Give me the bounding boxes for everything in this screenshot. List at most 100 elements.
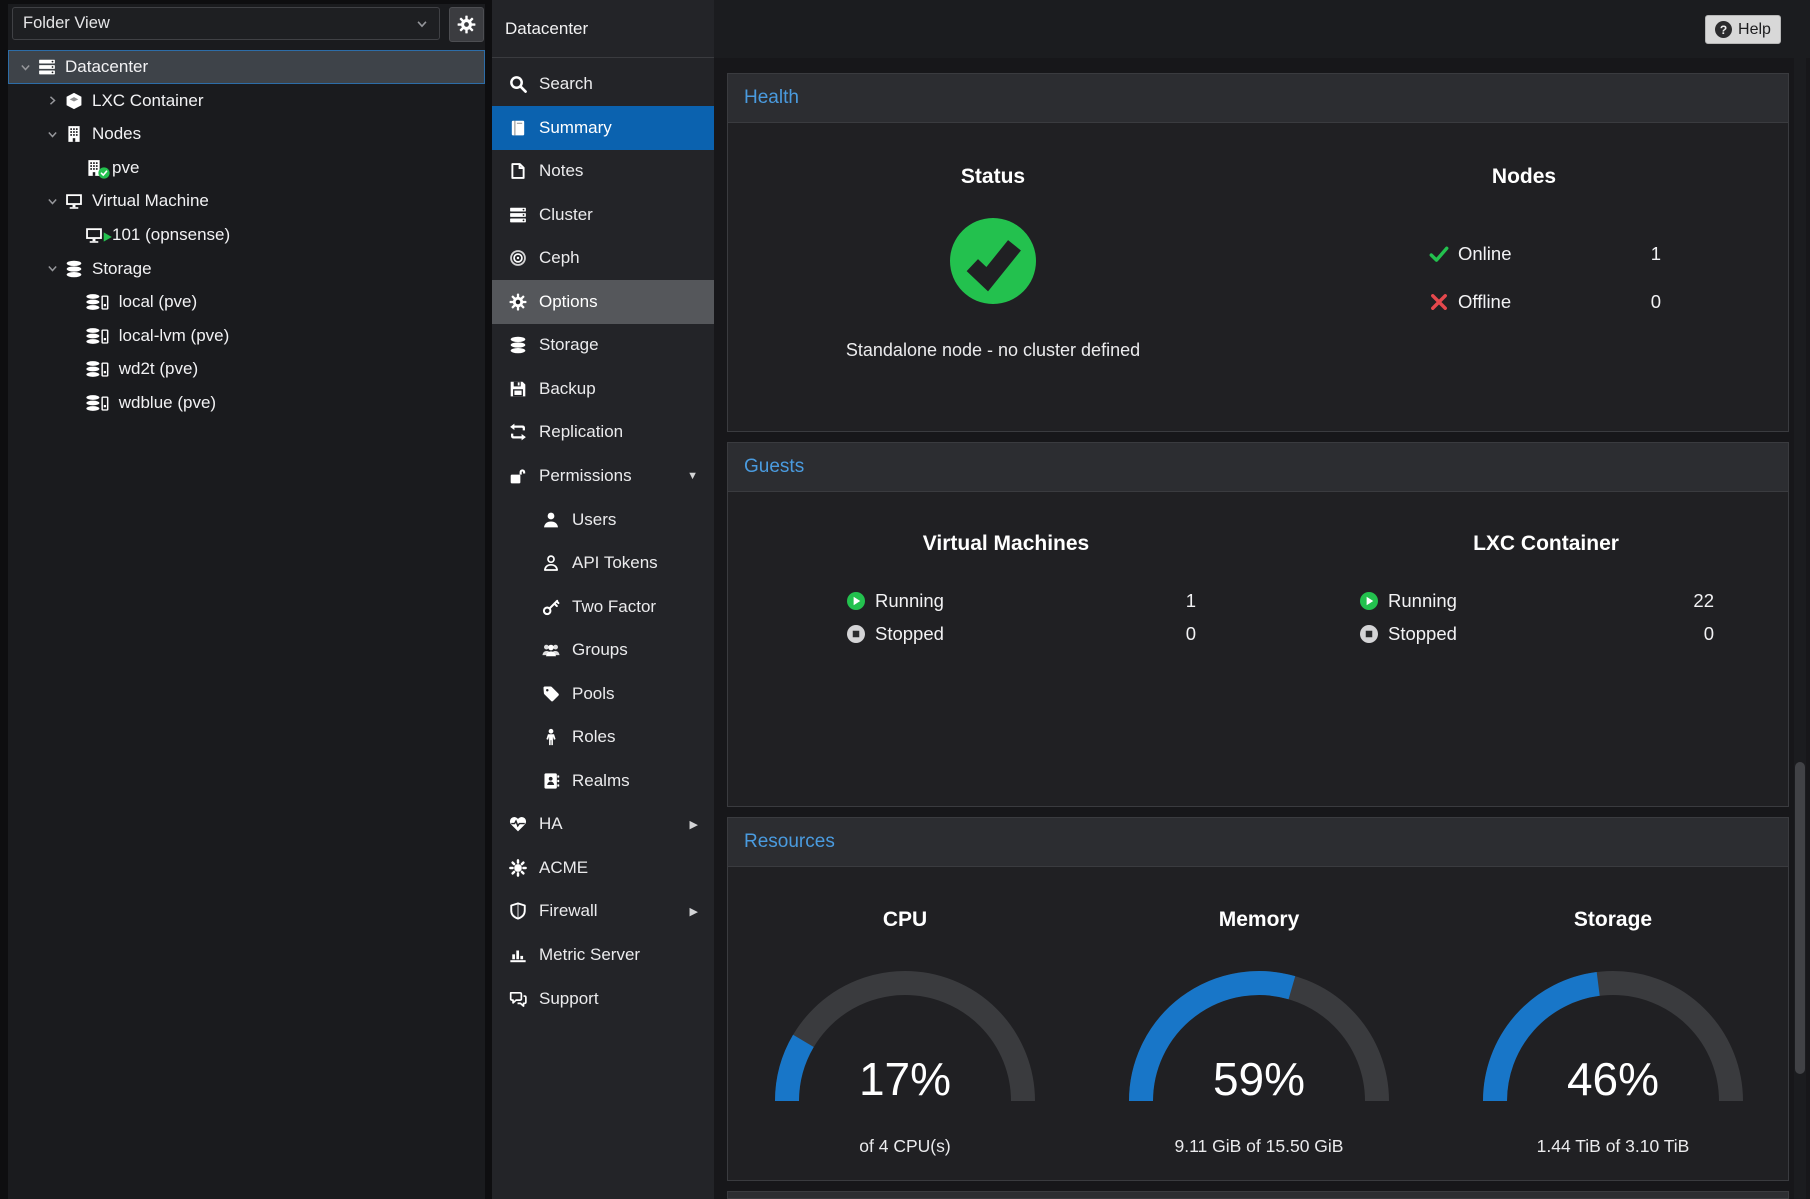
chevron-down-icon[interactable] [45, 195, 59, 208]
nav-item-ceph[interactable]: Ceph [492, 236, 714, 280]
node-status-value: 1 [1651, 243, 1661, 265]
nav-item-permissions[interactable]: Permissions▼ [492, 454, 714, 498]
shield-icon [507, 902, 529, 920]
nav-item-label: Notes [539, 161, 583, 181]
nav-item-label: Metric Server [539, 945, 640, 965]
nav-item-cluster[interactable]: Cluster [492, 193, 714, 237]
nav-item-api-tokens[interactable]: API Tokens [492, 541, 714, 585]
tree-item-nodes[interactable]: Nodes [8, 117, 485, 151]
guest-status-value: 1 [1186, 590, 1196, 612]
resources-panel: Resources CPU 17% of 4 CPU(s) Memory 59%… [727, 817, 1789, 1181]
comments-icon [507, 990, 529, 1008]
tag-icon [540, 685, 562, 703]
tree-item-virtual-machine[interactable]: Virtual Machine [8, 184, 485, 218]
cluster-status-message: Standalone node - no cluster defined [793, 340, 1193, 361]
book-icon [507, 119, 529, 137]
tree-item-lxc-container[interactable]: LXC Container [8, 84, 485, 118]
tree-item-101-opnsense[interactable]: 101 (opnsense) [8, 218, 485, 252]
tree-item-local-pve[interactable]: local (pve) [8, 285, 485, 319]
acme-icon [507, 859, 529, 877]
tree-item-pve[interactable]: pve [8, 151, 485, 185]
nav-item-storage[interactable]: Storage [492, 323, 714, 367]
cpu-gauge-heading: CPU [755, 908, 1055, 932]
node-status-row-online: Online1 [1429, 232, 1661, 276]
tree-item-storage[interactable]: Storage [8, 252, 485, 286]
guests-panel: Guests Virtual Machines LXC Container Ru… [727, 442, 1789, 807]
nav-item-roles[interactable]: Roles [492, 715, 714, 759]
help-button[interactable]: ? Help [1705, 15, 1781, 44]
nav-item-pools[interactable]: Pools [492, 672, 714, 716]
search-icon [507, 75, 529, 93]
tree-item-label: local-lvm (pve) [119, 326, 230, 346]
nav-item-support[interactable]: Support [492, 977, 714, 1021]
unlock-icon [507, 467, 529, 485]
building-icon [65, 125, 83, 143]
tree-item-label: pve [112, 158, 139, 178]
server-icon [38, 58, 56, 76]
nav-item-firewall[interactable]: Firewall▶ [492, 889, 714, 933]
users-icon [540, 641, 562, 659]
nav-item-ha[interactable]: HA▶ [492, 802, 714, 846]
lxc-column-heading: LXC Container [1396, 532, 1696, 556]
heartbeat-icon [507, 815, 529, 833]
tree-item-label: Nodes [92, 124, 141, 144]
chevron-down-icon[interactable] [45, 128, 59, 141]
nav-item-two-factor[interactable]: Two Factor [492, 585, 714, 629]
resources-panel-title: Resources [744, 831, 835, 853]
nav-item-label: Realms [572, 771, 630, 791]
collapse-arrow-icon: ▶ [690, 818, 698, 831]
nav-item-label: Cluster [539, 205, 593, 225]
storage-gauge-caption: 1.44 TiB of 3.10 TiB [1463, 1136, 1763, 1157]
nav-item-notes[interactable]: Notes [492, 149, 714, 193]
nav-item-label: ACME [539, 858, 588, 878]
nav-item-acme[interactable]: ACME [492, 846, 714, 890]
health-panel-header: Health [728, 74, 1788, 123]
database-icon [507, 336, 529, 354]
cpu-gauge-caption: of 4 CPU(s) [755, 1136, 1055, 1157]
user-outline-icon [540, 554, 562, 572]
tree-item-label: Datacenter [65, 57, 148, 77]
floppy-icon [507, 380, 529, 398]
nav-item-label: Two Factor [572, 597, 656, 617]
guest-status-row-stopped: Stopped0 [1359, 617, 1714, 650]
nav-item-realms[interactable]: Realms [492, 759, 714, 803]
check-icon [1429, 244, 1449, 264]
nav-item-groups[interactable]: Groups [492, 628, 714, 672]
note-icon [507, 162, 529, 180]
tree-item-datacenter[interactable]: Datacenter [8, 50, 485, 84]
nav-item-metric-server[interactable]: Metric Server [492, 933, 714, 977]
stop-circle-icon [1359, 624, 1379, 644]
chevron-down-icon[interactable] [18, 61, 32, 74]
chart-bars-icon [507, 946, 529, 964]
nav-item-replication[interactable]: Replication [492, 410, 714, 454]
tree-item-wd2t-pve[interactable]: wd2t (pve) [8, 352, 485, 386]
node-status-value: 0 [1651, 291, 1661, 313]
memory-gauge-value: 59% [1109, 1052, 1409, 1106]
nav-item-search[interactable]: Search [492, 62, 714, 106]
cube-icon [65, 92, 83, 110]
view-mode-select[interactable]: Folder View [12, 7, 440, 40]
monitor-icon [65, 192, 83, 210]
node-status-row-offline: Offline0 [1429, 280, 1661, 324]
user-icon [540, 511, 562, 529]
tree-settings-button[interactable] [449, 7, 484, 42]
nav-item-label: Search [539, 74, 593, 94]
top-bar [714, 0, 1810, 58]
chevron-right-icon[interactable] [45, 94, 59, 107]
guest-status-label: Running [1388, 590, 1693, 612]
view-mode-value: Folder View [23, 14, 110, 33]
nav-item-backup[interactable]: Backup [492, 367, 714, 411]
guest-status-value: 22 [1693, 590, 1714, 612]
nav-item-summary[interactable]: Summary [492, 106, 714, 150]
database-drive-icon [85, 293, 110, 311]
chevron-down-icon[interactable] [45, 262, 59, 275]
nav-item-users[interactable]: Users [492, 498, 714, 542]
tree-item-wdblue-pve[interactable]: wdblue (pve) [8, 386, 485, 420]
content-scrollbar-thumb[interactable] [1795, 762, 1805, 1074]
tree-item-local-lvm-pve[interactable]: local-lvm (pve) [8, 319, 485, 353]
nav-item-label: Firewall [539, 901, 598, 921]
guest-status-label: Stopped [875, 623, 1186, 645]
nav-item-options[interactable]: Options [492, 280, 714, 324]
database-drive-icon [85, 360, 110, 378]
question-circle-icon: ? [1715, 21, 1732, 38]
